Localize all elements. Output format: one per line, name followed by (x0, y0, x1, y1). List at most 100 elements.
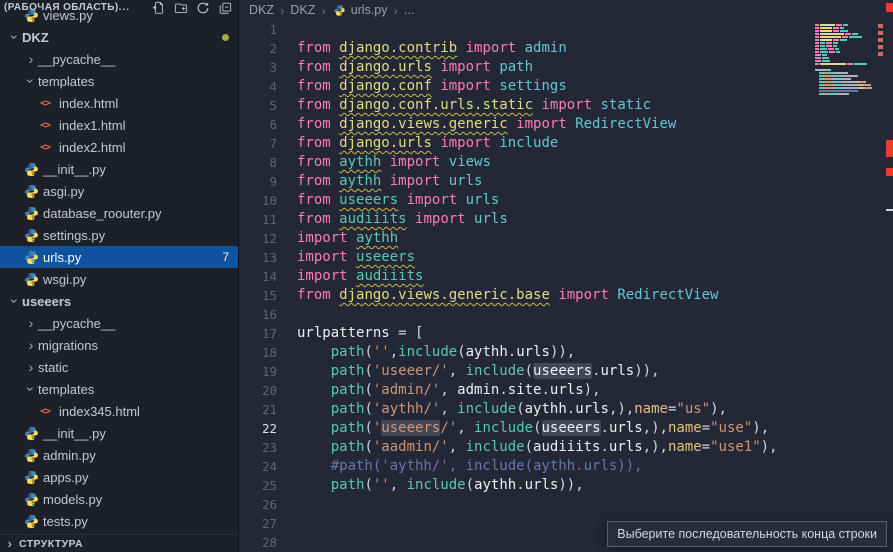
code-text: from audiiits import urls (277, 210, 508, 229)
code-text: from django.urls import path (277, 58, 533, 77)
new-folder-icon[interactable] (173, 1, 188, 15)
code-line-17[interactable]: 17urlpatterns = [ (239, 324, 893, 343)
new-file-icon[interactable] (151, 1, 166, 15)
breadcrumb-segment[interactable]: ... (404, 3, 414, 17)
code-line-25[interactable]: 25 path('', include(aythh.urls)), (239, 476, 893, 495)
line-number[interactable]: 24 (239, 457, 277, 476)
code-line-8[interactable]: 8from aythh import views (239, 153, 893, 172)
code-line-20[interactable]: 20 path('admin/', admin.site.urls), (239, 381, 893, 400)
code-line-3[interactable]: 3from django.urls import path (239, 58, 893, 77)
tree-item-settings.py[interactable]: settings.py (0, 224, 238, 246)
code-line-21[interactable]: 21 path('aythh/', include(aythh.urls,),n… (239, 400, 893, 419)
code-line-11[interactable]: 11from audiiits import urls (239, 210, 893, 229)
line-number[interactable]: 21 (239, 400, 277, 419)
tree-item-__pycache__[interactable]: ›__pycache__ (0, 312, 238, 334)
line-number[interactable]: 9 (239, 172, 277, 191)
tree-item-apps.py[interactable]: apps.py (0, 466, 238, 488)
code-text (277, 514, 297, 533)
line-number[interactable]: 5 (239, 96, 277, 115)
line-number[interactable]: 12 (239, 229, 277, 248)
code-line-14[interactable]: 14import audiiits (239, 267, 893, 286)
code-line-6[interactable]: 6from django.views.generic import Redire… (239, 115, 893, 134)
code-line-9[interactable]: 9from aythh import urls (239, 172, 893, 191)
tree-item-static[interactable]: ›static (0, 356, 238, 378)
tree-item-__init__.py[interactable]: __init__.py (0, 422, 238, 444)
line-number[interactable]: 23 (239, 438, 277, 457)
tree-item-__init__.py[interactable]: __init__.py (0, 158, 238, 180)
line-number[interactable]: 25 (239, 476, 277, 495)
line-number[interactable]: 13 (239, 248, 277, 267)
line-number[interactable]: 26 (239, 495, 277, 514)
breadcrumb-segment[interactable]: DKZ (249, 3, 274, 17)
code-line-16[interactable]: 16 (239, 305, 893, 324)
tree-item-__pycache__[interactable]: ›__pycache__ (0, 48, 238, 70)
line-number[interactable]: 20 (239, 381, 277, 400)
tree-item-database_roouter.py[interactable]: database_roouter.py (0, 202, 238, 224)
code-line-10[interactable]: 10from useeers import urls (239, 191, 893, 210)
outline-section-header[interactable]: › СТРУКТУРА (0, 534, 238, 552)
line-number[interactable]: 4 (239, 77, 277, 96)
html-file-icon: <> (40, 98, 59, 109)
tree-item-tests.py[interactable]: tests.py (0, 510, 238, 532)
line-number[interactable]: 27 (239, 514, 277, 533)
tree-item-label: wsgi.py (43, 272, 86, 287)
python-file-icon (24, 272, 43, 287)
more-actions-icon[interactable]: ... (119, 2, 130, 13)
tree-item-migrations[interactable]: ›migrations (0, 334, 238, 356)
problems-count-badge: 7 (222, 250, 229, 264)
explorer-section-header: (РАБОЧАЯ ОБЛАСТЬ) ... (0, 0, 238, 14)
code-line-18[interactable]: 18 path('',include(aythh.urls)), (239, 343, 893, 362)
code-line-22[interactable]: 22 path('useeers/', include(useeers.urls… (239, 419, 893, 438)
line-number[interactable]: 28 (239, 533, 277, 552)
code-line-5[interactable]: 5from django.conf.urls.static import sta… (239, 96, 893, 115)
line-number[interactable]: 16 (239, 305, 277, 324)
breadcrumb-segment[interactable]: urls.py (332, 3, 388, 18)
collapse-all-icon[interactable] (217, 1, 232, 15)
line-number[interactable]: 7 (239, 134, 277, 153)
code-line-19[interactable]: 19 path('useeer/', include(useeers.urls)… (239, 362, 893, 381)
code-line-24[interactable]: 24 #path('aythh/', include(aythh.urls)), (239, 457, 893, 476)
line-number[interactable]: 1 (239, 20, 277, 39)
line-number[interactable]: 19 (239, 362, 277, 381)
line-number[interactable]: 10 (239, 191, 277, 210)
code-line-12[interactable]: 12import aythh (239, 229, 893, 248)
code-line-2[interactable]: 2from django.contrib import admin (239, 39, 893, 58)
breadcrumb-segment[interactable]: DKZ (290, 3, 315, 17)
tree-item-urls.py[interactable]: urls.py7 (0, 246, 238, 268)
line-number[interactable]: 8 (239, 153, 277, 172)
tree-item-models.py[interactable]: models.py (0, 488, 238, 510)
line-number[interactable]: 18 (239, 343, 277, 362)
line-number[interactable]: 22 (239, 419, 277, 438)
scrollbar-error-mark (886, 209, 893, 211)
tree-item-wsgi.py[interactable]: wsgi.py (0, 268, 238, 290)
python-file-icon (24, 426, 43, 441)
tree-item-label: models.py (43, 492, 102, 507)
code-line-26[interactable]: 26 (239, 495, 893, 514)
code-line-15[interactable]: 15from django.views.generic.base import … (239, 286, 893, 305)
tree-item-label: static (38, 360, 68, 375)
tree-item-DKZ[interactable]: ›DKZ (0, 26, 238, 48)
line-number[interactable]: 14 (239, 267, 277, 286)
tree-item-templates[interactable]: ›templates (0, 378, 238, 400)
line-number[interactable]: 3 (239, 58, 277, 77)
code-line-1[interactable]: 1 (239, 20, 893, 39)
tree-item-index2.html[interactable]: <>index2.html (0, 136, 238, 158)
tree-item-index1.html[interactable]: <>index1.html (0, 114, 238, 136)
line-number[interactable]: 11 (239, 210, 277, 229)
line-number[interactable]: 2 (239, 39, 277, 58)
code-line-7[interactable]: 7from django.urls import include (239, 134, 893, 153)
tree-item-templates[interactable]: ›templates (0, 70, 238, 92)
code-line-13[interactable]: 13import useeers (239, 248, 893, 267)
line-number[interactable]: 17 (239, 324, 277, 343)
tree-item-useeers[interactable]: ›useeers (0, 290, 238, 312)
tree-item-index.html[interactable]: <>index.html (0, 92, 238, 114)
code-line-4[interactable]: 4from django.conf import settings (239, 77, 893, 96)
minimap[interactable] (815, 21, 879, 105)
line-number[interactable]: 6 (239, 115, 277, 134)
tree-item-index345.html[interactable]: <>index345.html (0, 400, 238, 422)
line-number[interactable]: 15 (239, 286, 277, 305)
tree-item-asgi.py[interactable]: asgi.py (0, 180, 238, 202)
refresh-icon[interactable] (195, 1, 210, 15)
tree-item-admin.py[interactable]: admin.py (0, 444, 238, 466)
code-line-23[interactable]: 23 path('aadmin/', include(audiiits.urls… (239, 438, 893, 457)
